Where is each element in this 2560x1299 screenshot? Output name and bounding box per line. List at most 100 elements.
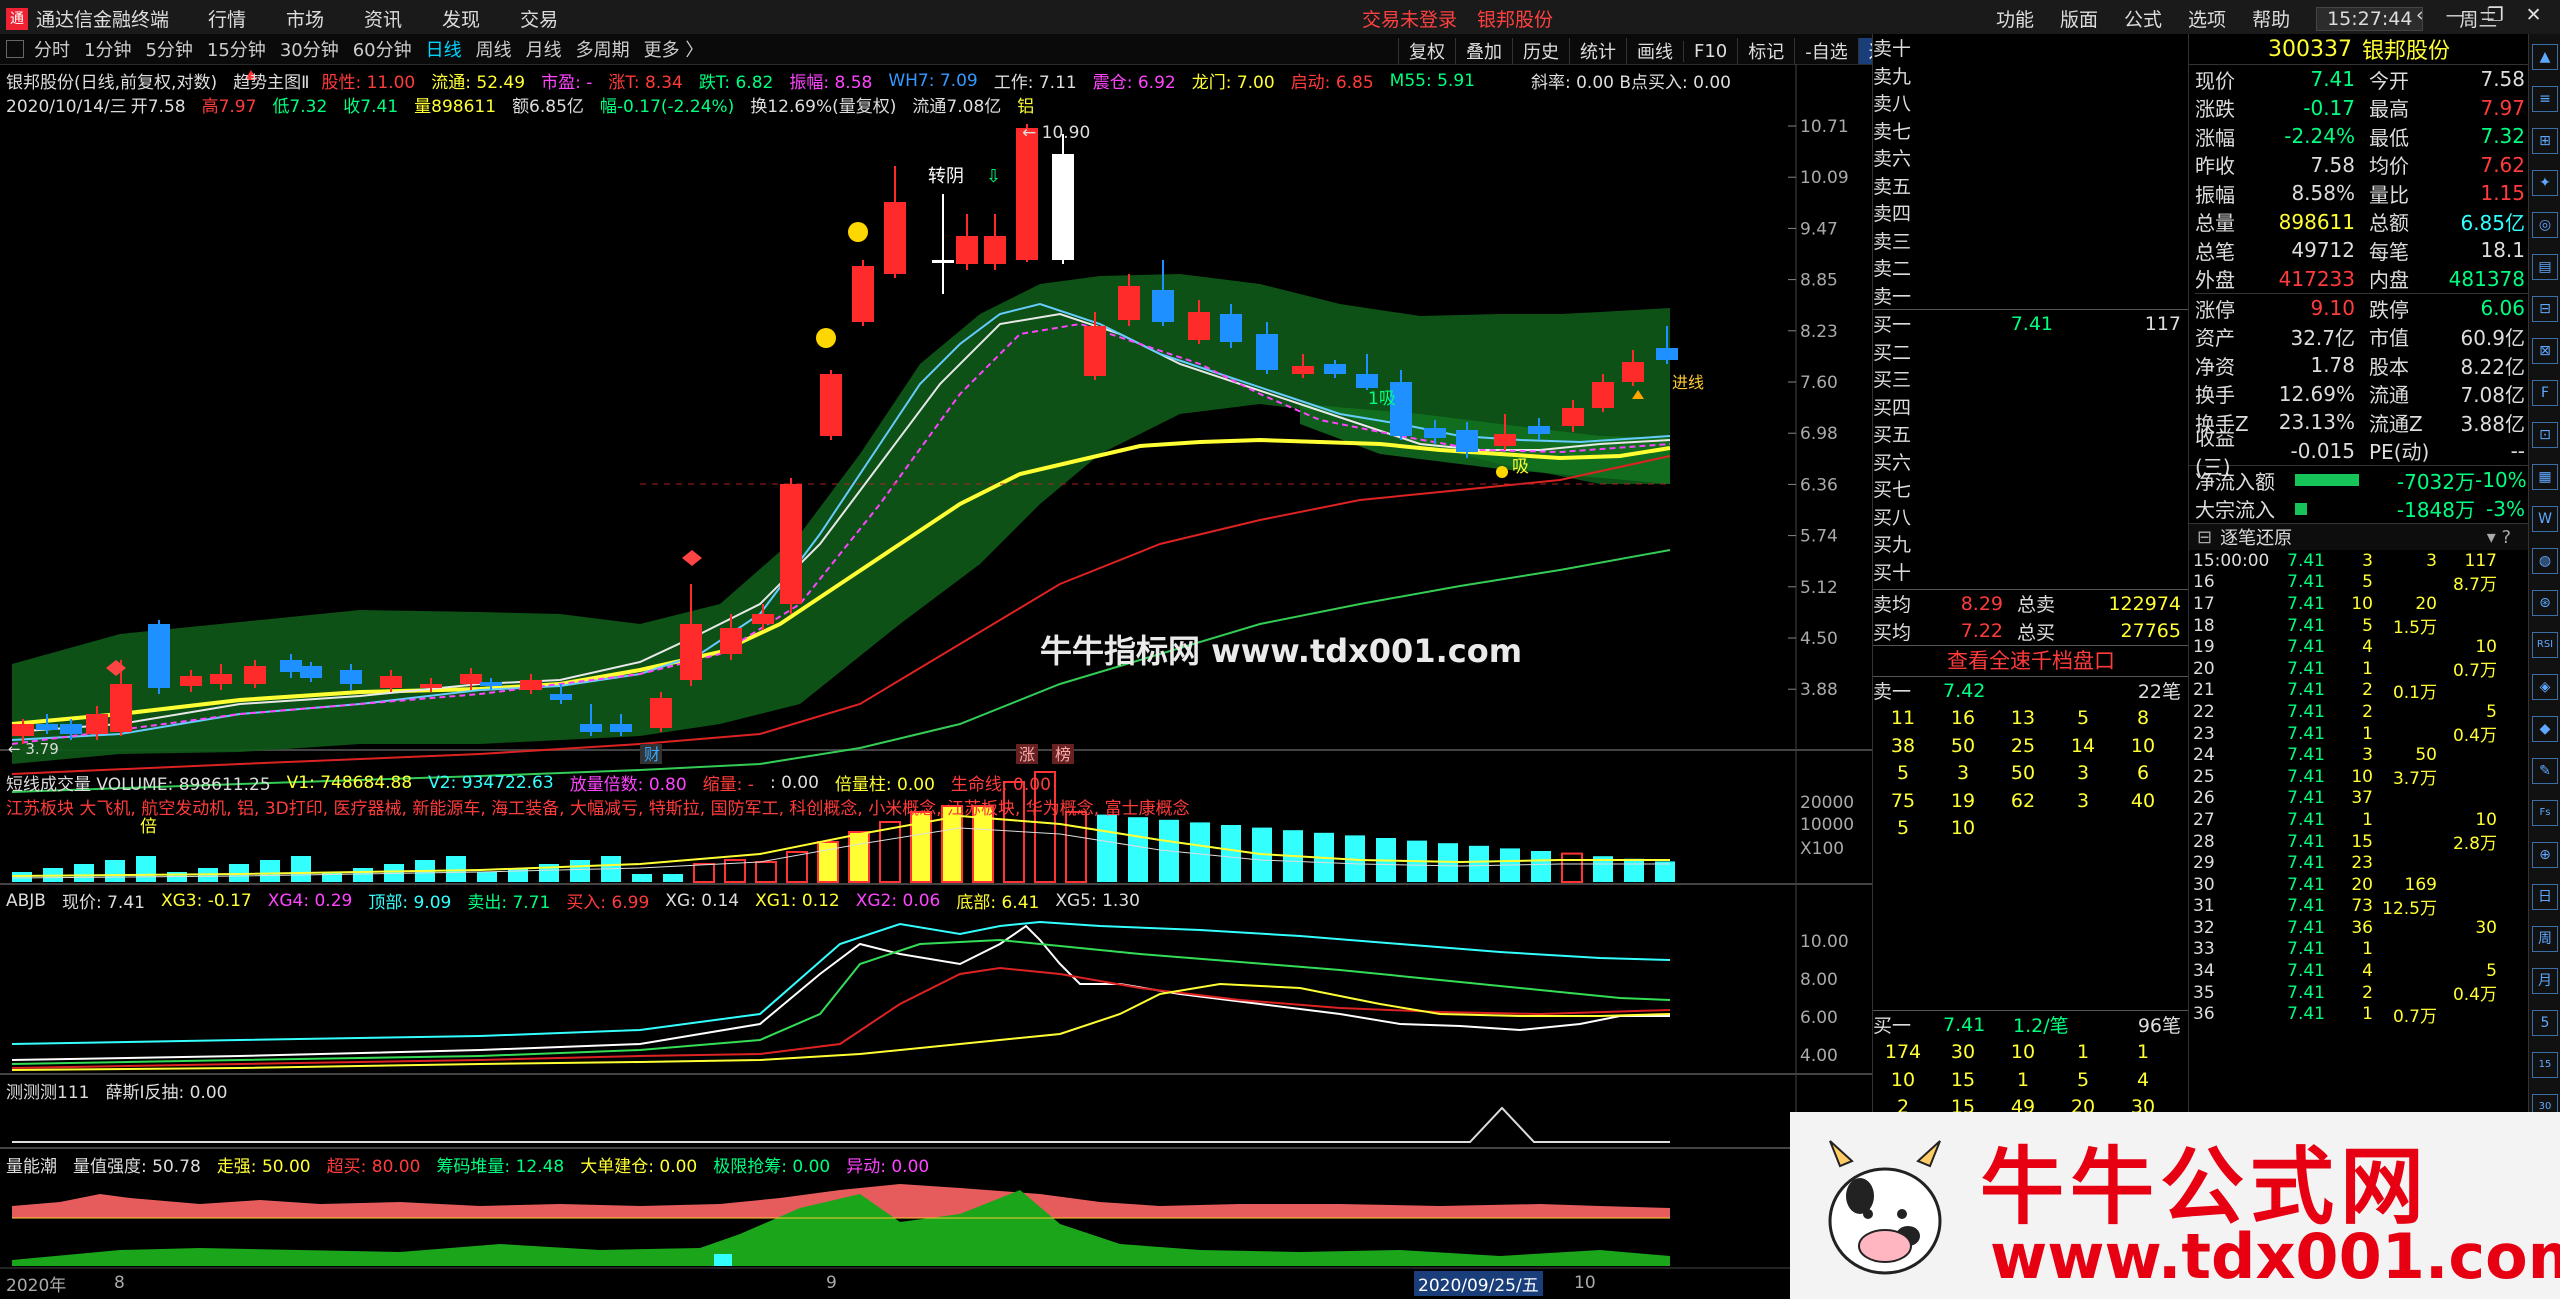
sell-level-row[interactable]: 卖七: [1873, 117, 2189, 145]
buy-level-row[interactable]: 买四: [1873, 393, 2189, 421]
toolbar-button[interactable]: -自选: [1794, 38, 1858, 64]
sell-level-row[interactable]: 卖一: [1873, 282, 2189, 310]
buy-level-row[interactable]: 买八: [1873, 503, 2189, 531]
toolbar-button[interactable]: F10: [1683, 40, 1737, 62]
menu-item[interactable]: 交易: [520, 5, 558, 32]
period-tab[interactable]: 1分钟: [84, 36, 131, 62]
candle-body: [1152, 290, 1174, 322]
menu-help[interactable]: 帮助: [2252, 5, 2290, 32]
tool-icon[interactable]: RSI: [2532, 632, 2558, 658]
tool-icon[interactable]: ◍: [2532, 548, 2558, 574]
tool-icon[interactable]: ⊠: [2532, 338, 2558, 364]
trade-cell: 31: [2193, 896, 2215, 917]
toolbar-button[interactable]: 画线: [1626, 38, 1683, 64]
restore-icon[interactable]: ❐: [2487, 4, 2504, 26]
collapse-icon[interactable]: ⊟: [2197, 527, 2212, 548]
menu-options[interactable]: 选项: [2188, 5, 2226, 32]
sell-level-row[interactable]: 卖四: [1873, 199, 2189, 227]
menu-item[interactable]: 发现: [442, 5, 480, 32]
toolbar-button[interactable]: 标记: [1737, 38, 1794, 64]
volume-tick: 20000: [1800, 793, 1854, 813]
period-tab[interactable]: 60分钟: [353, 36, 412, 62]
quote-value: 7.58: [2310, 152, 2355, 177]
tool-icon[interactable]: ✎: [2532, 758, 2558, 784]
menu-layout[interactable]: 版面: [2060, 5, 2098, 32]
tool-icon[interactable]: ⊟: [2532, 296, 2558, 322]
close-icon[interactable]: ✕: [2526, 4, 2542, 26]
queue-volume: 25: [2010, 734, 2036, 757]
toolbar-button[interactable]: 叠加: [1455, 38, 1512, 64]
tool-icon[interactable]: ▲: [2532, 44, 2558, 70]
toolbar-button[interactable]: 统计: [1569, 38, 1626, 64]
ohlc-value: 低7.32: [272, 97, 328, 117]
minimize-icon[interactable]: —: [2446, 4, 2465, 26]
period-tab[interactable]: 5分钟: [145, 36, 192, 62]
period-tab-active[interactable]: 日线: [426, 36, 462, 62]
back-icon[interactable]: ‹: [2416, 4, 2424, 26]
buy-level-row[interactable]: 买三: [1873, 365, 2189, 393]
buy-level-row[interactable]: 买五: [1873, 420, 2189, 448]
sell-level-row[interactable]: 卖六: [1873, 144, 2189, 172]
view-all-depth-link[interactable]: 查看全速千档盘口: [1873, 646, 2189, 676]
queue-volume: 15: [1950, 1068, 1976, 1091]
sell-level-row[interactable]: 卖三: [1873, 227, 2189, 255]
sell-level-row[interactable]: 卖十: [1873, 34, 2189, 62]
tool-icon[interactable]: 周: [2532, 926, 2558, 952]
trade-status[interactable]: 交易未登录: [1362, 5, 1457, 32]
menu-item[interactable]: 行情: [208, 5, 246, 32]
tool-icon[interactable]: ▦: [2532, 464, 2558, 490]
period-tab[interactable]: 分时: [34, 36, 70, 62]
period-tab[interactable]: 月线: [526, 36, 562, 62]
tool-icon[interactable]: ✦: [2532, 170, 2558, 196]
sell-level-row[interactable]: 卖八: [1873, 89, 2189, 117]
tool-icon[interactable]: ◎: [2532, 212, 2558, 238]
tool-icon[interactable]: ⊛: [2532, 590, 2558, 616]
tool-icon[interactable]: 日: [2532, 884, 2558, 910]
chart-area[interactable]: ← 10.90 ← 3.79 转阴 ⇩ 1吸 吸 进线 财 涨 榜 10.71 1…: [0, 64, 1876, 1299]
quote-label: 流通: [2369, 383, 2409, 408]
sell-level-row[interactable]: 卖九: [1873, 62, 2189, 90]
tool-icon[interactable]: Fs: [2532, 800, 2558, 826]
buy-level-row[interactable]: 买六: [1873, 448, 2189, 476]
tool-icon[interactable]: W: [2532, 506, 2558, 532]
buy-level-row[interactable]: 买一 7.41 117: [1873, 310, 2189, 338]
buy-level-row[interactable]: 买七: [1873, 475, 2189, 503]
sell-level-row[interactable]: 卖五: [1873, 172, 2189, 200]
menu-item[interactable]: 市场: [286, 5, 324, 32]
queue-volume: 10: [2010, 1041, 2036, 1064]
menu-formula[interactable]: 公式: [2124, 5, 2162, 32]
trade-row: 32 7.41 36 30: [2193, 917, 2529, 939]
tool-icon[interactable]: 5: [2532, 1010, 2558, 1036]
tool-icon[interactable]: ⊞: [2532, 128, 2558, 154]
period-tab[interactable]: 多周期: [576, 36, 630, 62]
tool-icon[interactable]: ⊡: [2532, 422, 2558, 448]
quote-label: 内盘: [2369, 268, 2409, 293]
period-tab[interactable]: 周线: [476, 36, 512, 62]
menu-function[interactable]: 功能: [1996, 5, 2034, 32]
chart-title[interactable]: 银邦股份(日线,前复权,对数): [6, 68, 217, 93]
toolbar-button[interactable]: 历史: [1512, 38, 1569, 64]
tool-icon[interactable]: 月: [2532, 968, 2558, 994]
tool-icon[interactable]: ◈: [2532, 674, 2558, 700]
queue-volume: 5: [2076, 1068, 2090, 1091]
formula-name[interactable]: 趋势主图Ⅱ: [233, 68, 309, 93]
sell-level-row[interactable]: 卖二: [1873, 254, 2189, 282]
buy-level-row[interactable]: 买十: [1873, 558, 2189, 586]
period-tab[interactable]: 30分钟: [280, 36, 339, 62]
tool-icon[interactable]: ⊕: [2532, 842, 2558, 868]
buy-level-row[interactable]: 买九: [1873, 530, 2189, 558]
period-tab[interactable]: 更多 〉: [644, 36, 704, 62]
tool-icon[interactable]: 15: [2532, 1052, 2558, 1078]
menu-item[interactable]: 资讯: [364, 5, 402, 32]
toolbar-button[interactable]: 复权: [1398, 38, 1455, 64]
dropdown-icon[interactable]: ▾ ?: [2487, 527, 2511, 548]
trades-title[interactable]: 逐笔还原: [2220, 524, 2292, 550]
tool-icon[interactable]: ≡: [2532, 86, 2558, 112]
period-tab[interactable]: 15分钟: [207, 36, 266, 62]
trade-cell: 30: [2193, 874, 2215, 895]
tool-icon[interactable]: ◆: [2532, 716, 2558, 742]
tool-icon[interactable]: ▤: [2532, 254, 2558, 280]
tool-icon[interactable]: F: [2532, 380, 2558, 406]
toolbar-collapse-icon[interactable]: [6, 40, 24, 58]
buy-level-row[interactable]: 买二: [1873, 338, 2189, 366]
